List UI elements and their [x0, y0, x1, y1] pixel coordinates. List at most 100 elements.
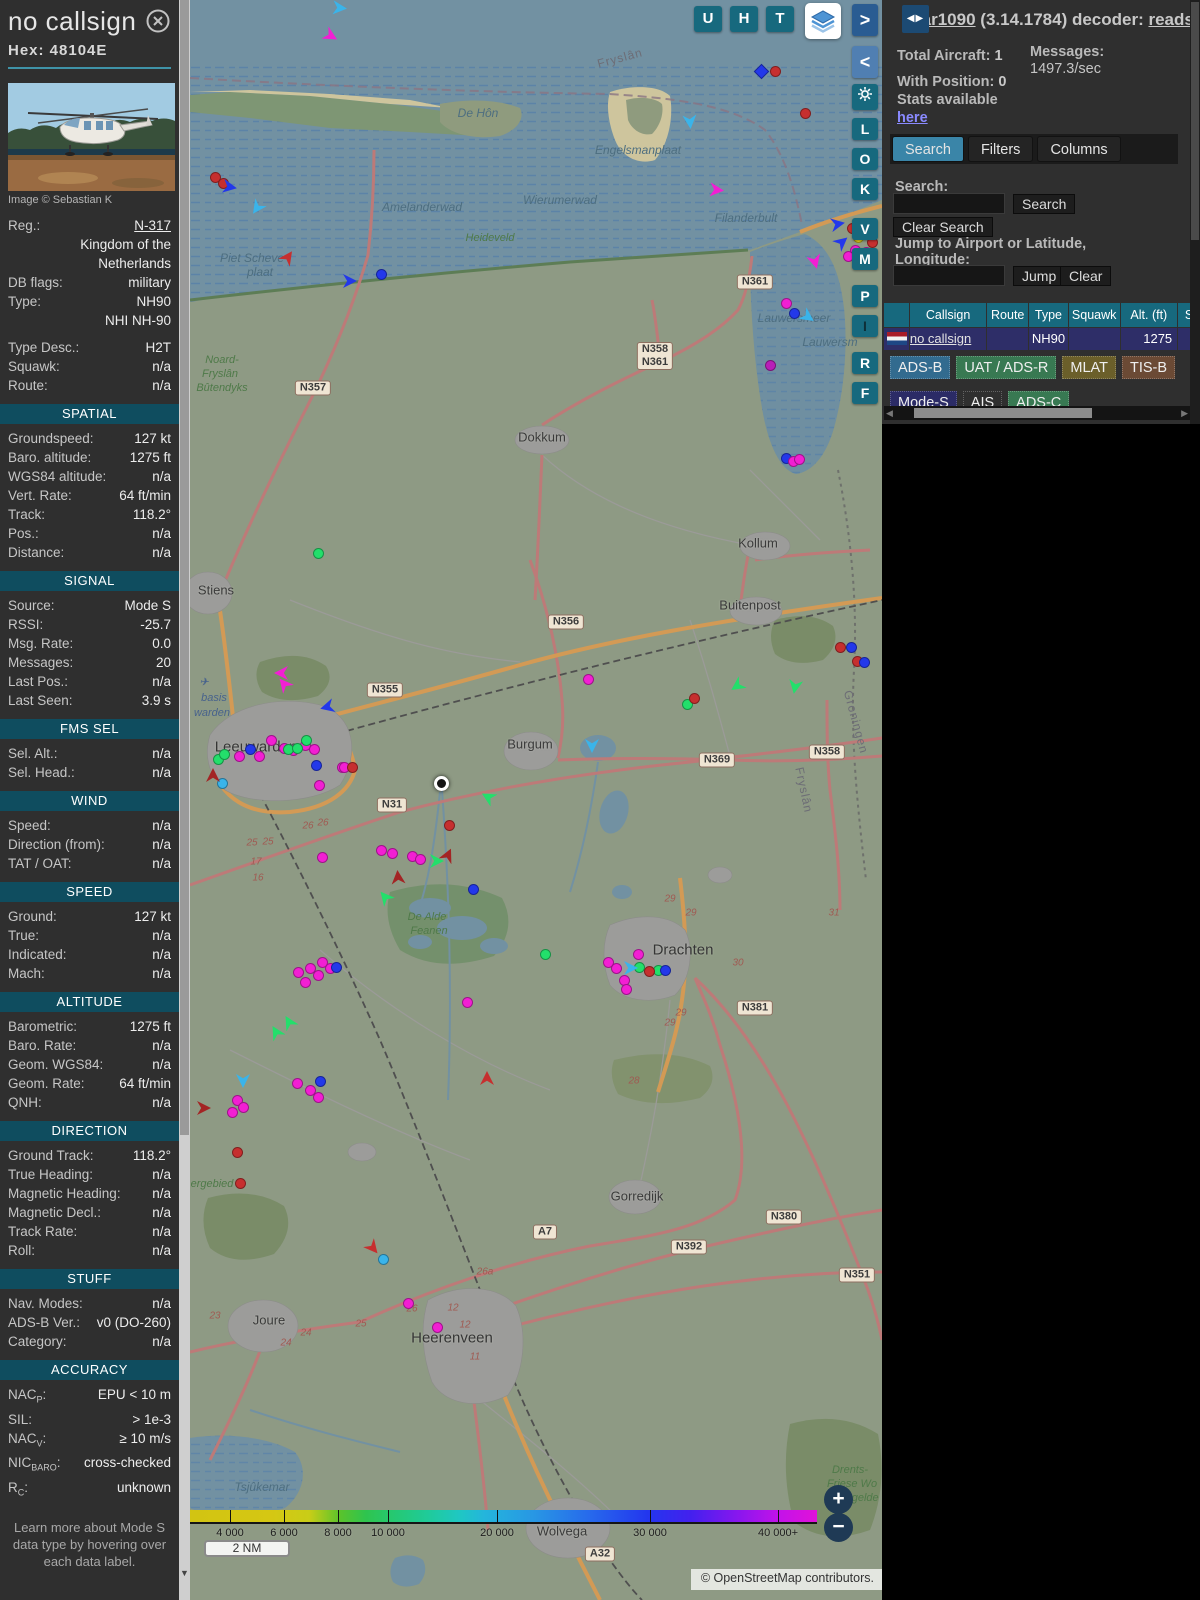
map-button-r[interactable]: R — [852, 352, 878, 374]
aircraft-marker[interactable] — [402, 1297, 414, 1309]
scroll-right-icon[interactable]: ▶ — [1181, 408, 1188, 419]
search-input[interactable] — [893, 193, 1005, 214]
aircraft-marker[interactable] — [312, 969, 324, 981]
map-button-p[interactable]: P — [852, 285, 878, 307]
aircraft-marker[interactable] — [316, 851, 328, 863]
filter-tis-b[interactable]: TIS-B — [1122, 356, 1176, 379]
aircraft-marker[interactable] — [769, 65, 781, 77]
aircraft-marker[interactable] — [780, 297, 792, 309]
table-horizontal-scrollbar[interactable]: ◀ ▶ — [884, 406, 1190, 420]
map-button-i[interactable]: I — [852, 315, 878, 337]
aircraft-marker[interactable] — [788, 307, 800, 319]
map-button-f[interactable]: F — [852, 382, 878, 404]
aircraft-marker[interactable] — [659, 964, 671, 976]
zoom-in-button[interactable]: + — [824, 1485, 853, 1514]
aircraft-marker[interactable] — [312, 1091, 324, 1103]
tab-filters[interactable]: Filters — [967, 136, 1034, 162]
map-button-h[interactable]: H — [730, 6, 758, 32]
zoom-out-button[interactable]: − — [824, 1513, 853, 1542]
aircraft-marker[interactable] — [244, 743, 256, 755]
aircraft-marker[interactable] — [231, 1146, 243, 1158]
panel-collapse-left-button[interactable]: < — [852, 46, 878, 78]
aircraft-marker[interactable] — [292, 966, 304, 978]
aircraft-marker[interactable] — [310, 759, 322, 771]
map-button-o[interactable]: O — [852, 148, 878, 170]
tab-search[interactable]: Search — [892, 136, 964, 162]
aircraft-marker[interactable] — [308, 743, 320, 755]
settings-button[interactable] — [852, 84, 878, 110]
filter-mlat[interactable]: MLAT — [1062, 356, 1116, 379]
aircraft-marker[interactable] — [316, 956, 328, 968]
aircraft-marker[interactable] — [226, 1106, 238, 1118]
panel-width-toggle-button[interactable]: ◀▶ — [902, 5, 929, 33]
registration-link[interactable]: N-317 — [134, 216, 171, 235]
sidebar-scrollbar-thumb[interactable] — [180, 0, 189, 1135]
aircraft-table-row[interactable]: no callsign NH90 1275 — [884, 328, 1200, 350]
stats-here-link[interactable]: here — [897, 109, 928, 127]
aircraft-marker[interactable] — [386, 847, 398, 859]
close-icon[interactable] — [145, 8, 171, 39]
aircraft-marker[interactable] — [314, 1075, 326, 1087]
callsign-link[interactable]: no callsign — [910, 331, 971, 346]
map-button-m[interactable]: M — [852, 248, 878, 270]
clear-search-button[interactable]: Clear Search — [893, 217, 993, 237]
panel-scrollbar-thumb[interactable] — [1191, 2, 1199, 240]
aircraft-marker[interactable] — [291, 1077, 303, 1089]
aircraft-marker[interactable] — [443, 819, 455, 831]
aircraft-marker[interactable] — [291, 742, 303, 754]
selected-aircraft-marker[interactable] — [433, 775, 449, 791]
aircraft-marker[interactable] — [313, 779, 325, 791]
panel-collapse-right-button[interactable]: > — [852, 4, 878, 36]
aircraft-marker[interactable] — [414, 853, 426, 865]
aircraft-marker[interactable] — [312, 547, 324, 559]
map-button-v[interactable]: V — [852, 218, 878, 240]
aircraft-marker[interactable] — [377, 1253, 389, 1265]
aircraft-marker[interactable] — [858, 656, 870, 668]
aircraft-marker[interactable] — [582, 673, 594, 685]
map-button-l[interactable]: L — [852, 118, 878, 140]
aircraft-marker[interactable] — [265, 734, 277, 746]
aircraft-marker[interactable] — [461, 996, 473, 1008]
jump-button[interactable]: Jump — [1013, 266, 1066, 286]
aircraft-marker[interactable] — [233, 750, 245, 762]
aircraft-marker[interactable] — [834, 641, 846, 653]
callsign-cell[interactable]: no callsign — [909, 328, 987, 350]
map-button-u[interactable]: U — [694, 6, 722, 32]
aircraft-marker[interactable] — [643, 965, 655, 977]
table-scrollbar-thumb[interactable] — [914, 408, 1092, 418]
map-button-t[interactable]: T — [766, 6, 794, 32]
panel-scrollbar[interactable] — [1190, 0, 1200, 424]
aircraft-marker[interactable] — [431, 1321, 443, 1333]
aircraft-marker[interactable] — [346, 761, 358, 773]
sidebar-scrollbar[interactable]: ▼ — [179, 0, 190, 1600]
search-button[interactable]: Search — [1013, 194, 1076, 214]
aircraft-marker[interactable] — [610, 962, 622, 974]
scroll-down-icon[interactable]: ▼ — [179, 1568, 190, 1578]
layer-switcher-button[interactable] — [805, 3, 841, 39]
aircraft-marker[interactable] — [845, 641, 857, 653]
aircraft-marker[interactable] — [375, 268, 387, 280]
tab-columns[interactable]: Columns — [1037, 136, 1121, 162]
aircraft-marker[interactable] — [799, 107, 811, 119]
filter-uat-ads-r[interactable]: UAT / ADS-R — [956, 356, 1057, 379]
aircraft-marker[interactable] — [299, 976, 311, 988]
aircraft-marker[interactable] — [620, 983, 632, 995]
aircraft-marker[interactable] — [218, 748, 230, 760]
map-button-k[interactable]: K — [852, 178, 878, 200]
aircraft-marker[interactable] — [688, 692, 700, 704]
aircraft-marker[interactable] — [375, 844, 387, 856]
aircraft-marker[interactable] — [764, 359, 776, 371]
aircraft-marker[interactable] — [330, 961, 342, 973]
aircraft-marker[interactable] — [539, 948, 551, 960]
aircraft-marker[interactable] — [632, 948, 644, 960]
map[interactable]: Fryslân De Hôn Engelsmanplaat Amelanderwad W… — [190, 0, 882, 1600]
aircraft-marker[interactable] — [234, 1177, 246, 1189]
jump-clear-button[interactable]: Clear — [1060, 266, 1112, 286]
aircraft-marker[interactable] — [237, 1101, 249, 1113]
aircraft-marker[interactable] — [793, 453, 805, 465]
scroll-left-icon[interactable]: ◀ — [886, 408, 893, 419]
aircraft-marker[interactable] — [300, 734, 312, 746]
aircraft-marker[interactable] — [467, 883, 479, 895]
jump-input[interactable] — [893, 265, 1005, 286]
filter-ads-b[interactable]: ADS-B — [890, 356, 951, 379]
